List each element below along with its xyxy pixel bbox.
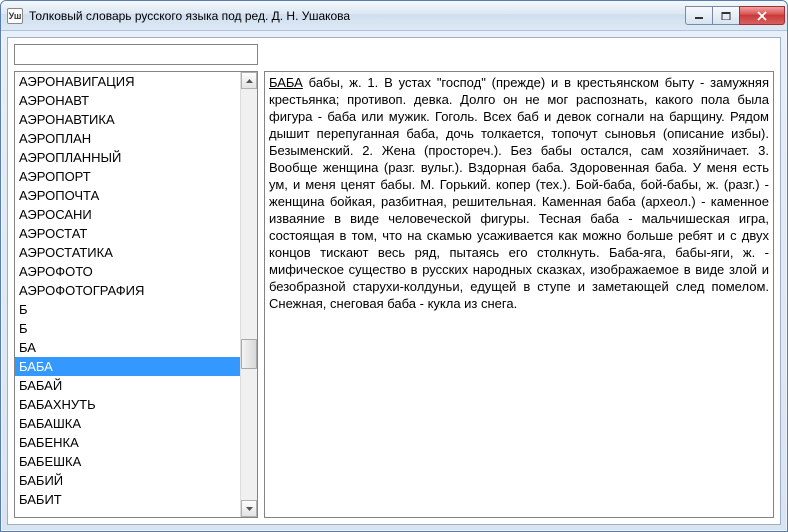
- word-list-pane: АЭРОНАВИГАЦИЯАЭРОНАВТАЭРОНАВТИКААЭРОПЛАН…: [14, 71, 258, 518]
- list-item[interactable]: БА: [15, 338, 240, 357]
- maximize-button[interactable]: [712, 6, 740, 25]
- minimize-button[interactable]: [685, 6, 713, 25]
- headword: БАБА: [269, 75, 303, 90]
- client-area: АЭРОНАВИГАЦИЯАЭРОНАВТАЭРОНАВТИКААЭРОПЛАН…: [7, 37, 781, 525]
- list-item[interactable]: Б: [15, 319, 240, 338]
- titlebar[interactable]: Уш Толковый словарь русского языка под р…: [1, 1, 787, 31]
- list-item[interactable]: АЭРОНАВТ: [15, 91, 240, 110]
- minimize-icon: [694, 12, 704, 20]
- list-item[interactable]: БАБИЙ: [15, 471, 240, 490]
- list-item[interactable]: БАБАХНУТЬ: [15, 395, 240, 414]
- list-item[interactable]: БАБАШКА: [15, 414, 240, 433]
- list-item[interactable]: АЭРОНАВТИКА: [15, 110, 240, 129]
- window-controls: [686, 6, 785, 25]
- window-title: Толковый словарь русского языка под ред.…: [29, 9, 686, 23]
- definition-pane: БАБА бабы, ж. 1. В устах "господ" (прежд…: [264, 71, 774, 518]
- list-item[interactable]: АЭРОФОТОГРАФИЯ: [15, 281, 240, 300]
- definition-text: БАБА бабы, ж. 1. В устах "господ" (прежд…: [269, 74, 769, 312]
- close-icon: [756, 11, 768, 21]
- list-item[interactable]: АЭРОСТАТ: [15, 224, 240, 243]
- list-item[interactable]: БАБА: [15, 357, 240, 376]
- app-icon: Уш: [7, 8, 23, 24]
- list-item[interactable]: БАБЕНКА: [15, 433, 240, 452]
- list-item[interactable]: БАБАЙ: [15, 376, 240, 395]
- scroll-track[interactable]: [241, 89, 257, 500]
- list-item[interactable]: АЭРОПЛАННЫЙ: [15, 148, 240, 167]
- scroll-up-button[interactable]: [241, 72, 257, 89]
- maximize-icon: [721, 12, 731, 20]
- word-list[interactable]: АЭРОНАВИГАЦИЯАЭРОНАВТАЭРОНАВТИКААЭРОПЛАН…: [15, 72, 240, 509]
- word-list-scrollbar[interactable]: [240, 72, 257, 517]
- list-item[interactable]: АЭРОСАНИ: [15, 205, 240, 224]
- close-button[interactable]: [739, 6, 785, 25]
- chevron-up-icon: [246, 79, 253, 83]
- app-window: Уш Толковый словарь русского языка под р…: [0, 0, 788, 532]
- scroll-thumb[interactable]: [241, 339, 257, 369]
- list-item[interactable]: АЭРОПЛАН: [15, 129, 240, 148]
- list-item[interactable]: Б: [15, 300, 240, 319]
- list-item[interactable]: БАБЕШКА: [15, 452, 240, 471]
- content-panes: АЭРОНАВИГАЦИЯАЭРОНАВТАЭРОНАВТИКААЭРОПЛАН…: [8, 71, 780, 524]
- list-item[interactable]: АЭРОПОРТ: [15, 167, 240, 186]
- list-item[interactable]: АЭРОПОЧТА: [15, 186, 240, 205]
- list-item[interactable]: АЭРОНАВИГАЦИЯ: [15, 72, 240, 91]
- definition-body: бабы, ж. 1. В устах "господ" (прежде) и …: [269, 75, 769, 311]
- search-input[interactable]: [14, 44, 258, 65]
- word-list-wrap: АЭРОНАВИГАЦИЯАЭРОНАВТАЭРОНАВТИКААЭРОПЛАН…: [15, 72, 240, 517]
- list-item[interactable]: АЭРОСТАТИКА: [15, 243, 240, 262]
- chevron-down-icon: [246, 507, 253, 511]
- list-item[interactable]: АЭРОФОТО: [15, 262, 240, 281]
- list-item[interactable]: БАБИТ: [15, 490, 240, 509]
- scroll-down-button[interactable]: [241, 500, 257, 517]
- search-row: [8, 38, 780, 71]
